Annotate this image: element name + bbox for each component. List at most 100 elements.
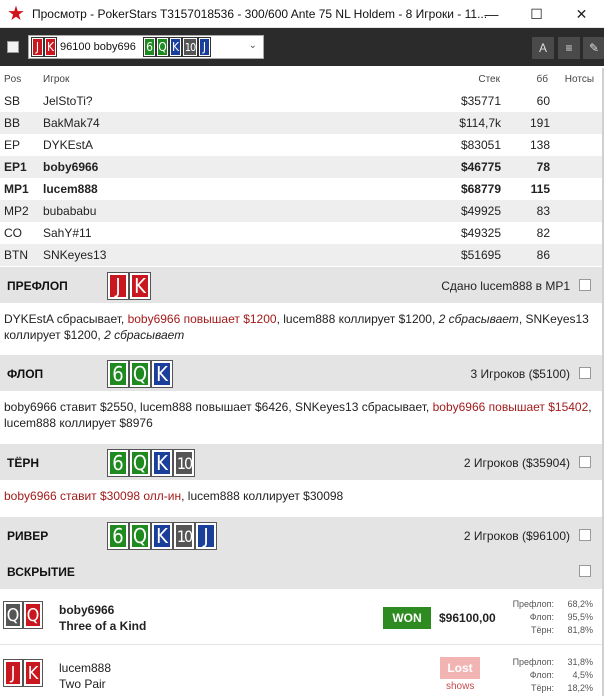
preflop-actions: DYKEstA сбрасывает, boby6966 повышает $1… — [4, 311, 596, 343]
flop-checkbox[interactable] — [579, 367, 591, 379]
chevron-down-icon: ⌄ — [248, 40, 257, 51]
player-row[interactable]: MP2 bubababu $49925 83 — [0, 200, 604, 222]
player-bb: 60 — [536, 94, 550, 108]
player-stack: $49325 — [460, 226, 501, 240]
player-row[interactable]: EP DYKEstA $83051 138 — [0, 134, 604, 156]
hole-card: Q — [3, 601, 23, 629]
showdown-checkbox[interactable] — [579, 565, 591, 577]
player-name: DYKEstA — [43, 138, 94, 152]
preflop-checkbox[interactable] — [579, 279, 591, 291]
player-row[interactable]: BB BakMak74 $114,7k 191 — [0, 112, 604, 134]
player-row[interactable]: SB JelStoTi? $35771 60 — [0, 90, 604, 112]
board-card: K — [151, 449, 173, 477]
player-bb: 191 — [529, 116, 550, 130]
action-segment: boby6966 повышает $15402 — [432, 400, 589, 414]
player-name: SNKeyes13 — [43, 248, 107, 262]
hole-card: Q — [23, 601, 43, 629]
player-bb: 115 — [530, 182, 550, 196]
hand-selector-dropdown[interactable]: J K 96100 boby696 6 Q K 10 J ⌄ — [28, 35, 264, 59]
action-segment: , lucem888 коллирует $30098 — [181, 489, 344, 503]
player-bb: 83 — [536, 204, 550, 218]
action-segment: 2 сбрасывает — [104, 328, 185, 342]
player-stack: $51695 — [460, 248, 501, 262]
turn-actions: boby6966 ставит $30098 олл-ин, lucem888 … — [4, 488, 596, 504]
board-card: K — [151, 522, 173, 550]
toolbar: J K 96100 boby696 6 Q K 10 J ⌄ A ≡ ✎ — [0, 28, 604, 66]
window-title: Просмотр - PokerStars T3157018536 - 300/… — [32, 6, 488, 21]
header-pos: Pos — [4, 73, 22, 85]
flop-section-header: ФЛОП 6 Q K 3 Игроков ($5100) — [0, 355, 604, 391]
street-title: ТЁРН — [7, 456, 40, 470]
player-position: BB — [4, 116, 21, 130]
hand-rank: Three of a Kind — [59, 619, 147, 633]
list-icon[interactable]: ≡ — [558, 37, 580, 59]
player-stack: $35771 — [460, 94, 501, 108]
player-name: boby6966 — [59, 603, 115, 617]
showdown-section-header: ВСКРЫТИЕ — [0, 553, 604, 589]
street-title: ВСКРЫТИЕ — [7, 565, 75, 579]
player-position: BTN — [4, 248, 28, 262]
font-size-icon[interactable]: A — [532, 37, 554, 59]
player-bb: 82 — [536, 226, 550, 240]
player-name: bubababu — [43, 204, 97, 218]
maximize-button[interactable]: ☐ — [514, 0, 559, 28]
board-card: K — [169, 37, 182, 57]
turn-checkbox[interactable] — [579, 456, 591, 468]
action-segment: boby6966 ставит $2550, lucem888 повышает… — [4, 400, 433, 414]
river-section-header: РИВЕР 6 Q K 10 J 2 Игроков ($96100) — [0, 517, 604, 553]
hole-card: J — [31, 37, 44, 57]
edit-icon[interactable]: ✎ — [583, 37, 604, 59]
hand-label: 96100 boby696 — [60, 41, 136, 53]
player-row[interactable]: CO SahY#11 $49325 82 — [0, 222, 604, 244]
action-segment: boby6966 повышает $1200 — [127, 312, 277, 326]
players-table-header: Pos Игрок Стек бб Нотсы — [0, 68, 604, 90]
player-position: EP1 — [4, 160, 27, 174]
player-bb: 78 — [536, 160, 550, 174]
board-card: 10 — [173, 522, 195, 550]
close-button[interactable]: ✕ — [559, 0, 604, 28]
board-card: J — [198, 37, 211, 57]
board-card: 6 — [107, 522, 129, 550]
hero-card: J — [107, 272, 129, 300]
preflop-section-header: ПРЕФЛОП J K Сдано lucem888 в MP1 — [0, 267, 604, 303]
board-card: J — [195, 522, 217, 550]
player-bb: 86 — [536, 248, 550, 262]
showdown-player-row: J K lucem888 Two Pair Lost shows Префлоп… — [0, 646, 604, 696]
board-card: Q — [129, 360, 151, 388]
board-card: 6 — [107, 360, 129, 388]
hole-card: K — [23, 659, 43, 687]
hole-card: K — [44, 37, 57, 57]
board-card: K — [151, 360, 173, 388]
player-name: JelStoTi? — [43, 94, 93, 108]
player-name: BakMak74 — [43, 116, 100, 130]
street-title: РИВЕР — [7, 529, 49, 543]
player-stack: $46775 — [460, 160, 501, 174]
street-info: 2 Игроков ($96100) — [463, 529, 570, 543]
player-position: EP — [4, 138, 21, 152]
player-row[interactable]: BTN SNKeyes13 $51695 86 — [0, 244, 604, 266]
showdown-player-row: Q Q boby6966 Three of a Kind WON $96100,… — [0, 589, 604, 645]
board-card: Q — [129, 449, 151, 477]
river-checkbox[interactable] — [579, 529, 591, 541]
street-info: Сдано lucem888 в MP1 — [441, 279, 570, 293]
action-segment: , lucem888 коллирует $1200, — [276, 312, 439, 326]
minimize-button[interactable]: — — [469, 0, 514, 28]
action-segment: DYKEstA сбрасывает, — [4, 312, 128, 326]
street-title: ФЛОП — [7, 367, 44, 381]
player-stack: $68779 — [460, 182, 501, 196]
player-name: lucem888 — [59, 661, 112, 675]
shows-label[interactable]: shows — [446, 681, 474, 692]
hole-card: J — [3, 659, 23, 687]
turn-section-header: ТЁРН 6 Q K 10 2 Игроков ($35904) — [0, 444, 604, 480]
select-hand-checkbox[interactable] — [7, 41, 19, 53]
won-amount: $96100,00 — [439, 611, 496, 625]
board-card: 6 — [107, 449, 129, 477]
board-card: Q — [156, 37, 169, 57]
player-position: CO — [4, 226, 22, 240]
player-row[interactable]: EP1 boby6966 $46775 78 — [0, 156, 604, 178]
board-card: 10 — [182, 37, 198, 57]
street-title: ПРЕФЛОП — [7, 279, 68, 293]
board-card: 10 — [173, 449, 195, 477]
player-row[interactable]: MP1 lucem888 $68779 115 — [0, 178, 604, 200]
player-stack: $114,7k — [459, 116, 501, 130]
